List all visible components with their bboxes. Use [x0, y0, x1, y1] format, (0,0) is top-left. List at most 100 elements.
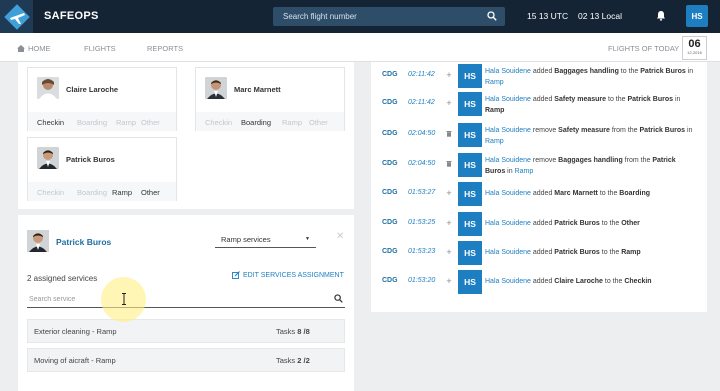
- user-avatar[interactable]: HS: [686, 5, 708, 27]
- nav-reports[interactable]: REPORTS: [147, 44, 183, 53]
- agent-name: Patrick Buros: [66, 155, 115, 164]
- activity-log: CDG 02:11:42 + HS Hala Souidene added Ba…: [371, 62, 707, 312]
- log-message: Hala Souidene remove Safety measure from…: [485, 127, 693, 145]
- service-search[interactable]: [27, 291, 345, 308]
- flight-search-input[interactable]: [273, 7, 505, 26]
- log-avatar: HS: [458, 92, 482, 116]
- search-icon[interactable]: [334, 294, 343, 303]
- plane-logo-icon: [3, 3, 30, 30]
- log-entry: CDG 02:11:42 + HS Hala Souidene added Sa…: [371, 92, 707, 118]
- add-icon: +: [446, 70, 452, 80]
- flight-search[interactable]: [273, 7, 505, 26]
- log-airport: CDG: [382, 99, 398, 106]
- close-icon[interactable]: ✕: [336, 231, 344, 242]
- service-search-input[interactable]: [27, 291, 345, 307]
- agent-avatar: [37, 147, 59, 169]
- assigned-count: 2 assigned services: [27, 274, 98, 283]
- add-icon: +: [446, 188, 452, 198]
- station-ramp[interactable]: Ramp: [116, 118, 136, 127]
- log-time: 02:04:50: [408, 160, 436, 167]
- service-name: Exterior cleaning - Ramp: [34, 327, 117, 336]
- log-time: 02:11:42: [408, 99, 435, 106]
- log-time: 01:53:27: [408, 189, 436, 196]
- service-type-select[interactable]: Ramp services ▼: [215, 233, 316, 248]
- add-icon: +: [446, 98, 452, 108]
- log-avatar: HS: [458, 212, 482, 236]
- service-type-value: Ramp services: [221, 235, 271, 244]
- edit-services-link[interactable]: EDIT SERVICES ASSIGNMENT: [232, 271, 344, 279]
- date-month-year: 12-2016: [687, 50, 702, 55]
- station-other[interactable]: Other: [141, 118, 160, 127]
- detail-avatar: [27, 230, 49, 252]
- station-boarding[interactable]: Boarding: [241, 118, 271, 127]
- log-entry: CDG 02:11:42 + HS Hala Souidene added Ba…: [371, 64, 707, 90]
- agent-card[interactable]: Patrick Buros Checkin Boarding Ramp Othe…: [27, 137, 177, 201]
- log-avatar: HS: [458, 182, 482, 206]
- log-airport: CDG: [382, 130, 398, 137]
- service-name: Moving of aicraft - Ramp: [34, 356, 116, 365]
- log-entry: CDG 01:53:23 + HS Hala Souidene added Pa…: [371, 241, 707, 267]
- person-photo-icon: [37, 77, 59, 99]
- log-avatar: HS: [458, 64, 482, 88]
- caret-down-icon: ▼: [305, 236, 310, 242]
- station-list: Checkin Boarding Ramp Other: [28, 112, 176, 131]
- service-row[interactable]: Moving of aicraft - Ramp Tasks 2 /2: [27, 348, 345, 372]
- log-time: 01:53:20: [408, 277, 436, 284]
- log-message: Hala Souidene added Claire Laroche to th…: [485, 278, 652, 285]
- log-airport: CDG: [382, 71, 398, 78]
- station-boarding[interactable]: Boarding: [77, 188, 107, 197]
- station-checkin[interactable]: Checkin: [37, 118, 64, 127]
- service-row[interactable]: Exterior cleaning - Ramp Tasks 8 /8: [27, 319, 345, 343]
- log-message: Hala Souidene remove Baggages handling f…: [485, 157, 676, 175]
- add-icon: +: [446, 247, 452, 257]
- person-photo-icon: [37, 147, 59, 169]
- search-icon[interactable]: [487, 11, 497, 21]
- log-time: 01:53:25: [408, 219, 436, 226]
- nav-flights[interactable]: FLIGHTS: [84, 44, 116, 53]
- agent-card[interactable]: Marc Marnett Checkin Boarding Ramp Other: [195, 67, 345, 131]
- log-airport: CDG: [382, 219, 398, 226]
- log-avatar: HS: [458, 123, 482, 147]
- person-photo-icon: [27, 230, 49, 252]
- station-other[interactable]: Other: [141, 188, 160, 197]
- station-boarding[interactable]: Boarding: [77, 118, 107, 127]
- nav-reports-label: REPORTS: [147, 44, 184, 53]
- station-checkin[interactable]: Checkin: [205, 118, 232, 127]
- log-message: Hala Souidene added Patrick Buros to the…: [485, 220, 640, 227]
- log-airport: CDG: [382, 248, 398, 255]
- station-list: Checkin Boarding Ramp Other: [28, 182, 176, 201]
- log-entry: CDG 01:53:27 + HS Hala Souidene added Ma…: [371, 182, 707, 208]
- add-icon: +: [446, 218, 452, 228]
- trash-icon: [445, 159, 453, 169]
- top-bar: SAFEOPS 15 13 UTC 02 13 Local HS: [0, 0, 720, 33]
- station-other[interactable]: Other: [309, 118, 328, 127]
- agent-detail-card: Patrick Buros Ramp services ▼ ✕ 2 assign…: [18, 215, 354, 391]
- person-photo-icon: [205, 77, 227, 99]
- log-avatar: HS: [458, 241, 482, 265]
- log-message: Hala Souidene added Baggages handling to…: [485, 68, 694, 86]
- log-airport: CDG: [382, 189, 398, 196]
- nav-home-label: HOME: [28, 44, 51, 53]
- log-entry: CDG 01:53:20 + HS Hala Souidene added Cl…: [371, 270, 707, 296]
- nav-home[interactable]: HOME: [17, 44, 51, 53]
- app-logo[interactable]: [0, 0, 33, 33]
- bell-icon[interactable]: [656, 10, 666, 21]
- log-entry: CDG 02:04:50 HS Hala Souidene remove Bag…: [371, 153, 707, 179]
- station-ramp[interactable]: Ramp: [282, 118, 302, 127]
- text-cursor-icon: [122, 293, 126, 305]
- app-title: SAFEOPS: [44, 10, 99, 22]
- date-picker[interactable]: 06 12-2016: [682, 36, 707, 60]
- add-icon: +: [446, 276, 452, 286]
- edit-services-label: EDIT SERVICES ASSIGNMENT: [243, 271, 344, 279]
- log-time: 01:53:23: [408, 248, 436, 255]
- station-checkin[interactable]: Checkin: [37, 188, 64, 197]
- agent-card[interactable]: Claire Laroche Checkin Boarding Ramp Oth…: [27, 67, 177, 131]
- agents-panel: Claire Laroche Checkin Boarding Ramp Oth…: [18, 62, 354, 209]
- edit-icon: [232, 271, 240, 279]
- log-message: Hala Souidene added Safety measure to th…: [485, 96, 681, 114]
- detail-agent-name: Patrick Buros: [56, 237, 112, 247]
- flights-of-today-link[interactable]: FLIGHTS OF TODAY: [608, 44, 679, 53]
- log-time: 02:11:42: [408, 71, 435, 78]
- home-icon: [17, 45, 25, 52]
- station-ramp[interactable]: Ramp: [112, 188, 132, 197]
